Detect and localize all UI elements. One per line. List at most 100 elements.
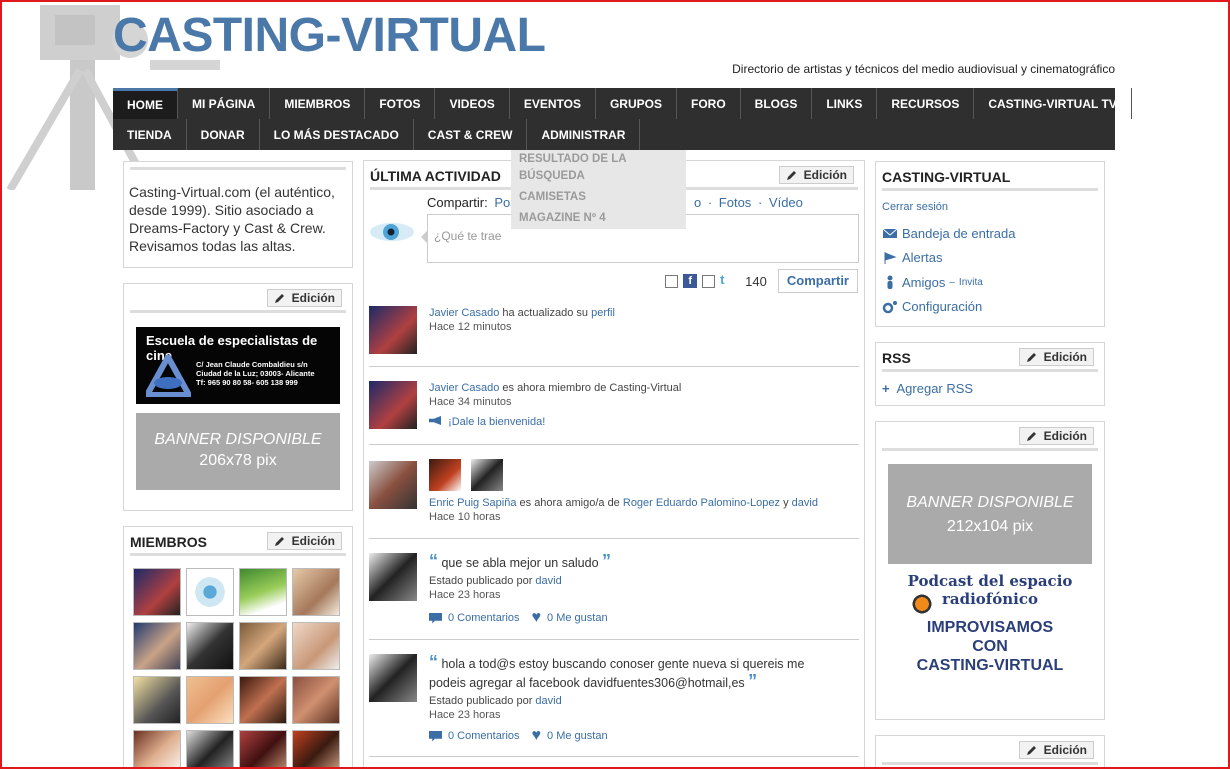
user-avatar[interactable]: [369, 461, 417, 509]
right-extra-header: Edición: [882, 741, 1098, 765]
logout-link[interactable]: Cerrar sesión: [882, 201, 1015, 221]
banner-line1: BANNER DISPONIBLE: [906, 494, 1074, 511]
feed-text: Javier Casado es ahora miembro de Castin…: [429, 381, 681, 409]
member-avatar[interactable]: [133, 730, 181, 769]
user-avatar[interactable]: [369, 553, 417, 601]
share-separator: ·: [707, 195, 713, 210]
edit-button[interactable]: Edición: [1018, 741, 1094, 759]
nav-item-grupos[interactable]: GRUPOS: [596, 88, 677, 119]
share-photos-link[interactable]: Fotos: [719, 195, 752, 210]
nav-item-casting-virtual-tv[interactable]: CASTING-VIRTUAL TV: [974, 88, 1132, 119]
nav-item-blogs[interactable]: BLOGS: [741, 88, 813, 119]
nav-item-links[interactable]: LINKS: [812, 88, 878, 119]
member-avatar[interactable]: [239, 730, 287, 769]
feed-item: Javier Casado ha actualizado su perfil H…: [369, 306, 859, 367]
likes-link[interactable]: 0 Me gustan: [547, 612, 608, 624]
invite-link[interactable]: Invita: [959, 277, 983, 288]
friend-avatar[interactable]: [429, 459, 461, 491]
member-avatar[interactable]: [292, 730, 340, 769]
nav-item-lo-mas-destacado[interactable]: LO MÁS DESTACADO: [260, 119, 414, 150]
share-video-link-partial[interactable]: o: [694, 195, 701, 210]
welcome-label: ¡Dale la bienvenida!: [448, 416, 546, 428]
dropdown-item-magazine[interactable]: MAGAZINE Nº 4: [519, 208, 678, 229]
share-button[interactable]: Compartir: [777, 269, 858, 293]
banner-available-206[interactable]: BANNER DISPONIBLE 206x78 pix: [136, 413, 340, 490]
member-avatar[interactable]: [292, 622, 340, 670]
edit-button[interactable]: Edición: [266, 289, 342, 307]
user-avatar[interactable]: [369, 654, 417, 702]
member-avatar[interactable]: [186, 568, 234, 616]
nav-item-miembros[interactable]: MIEMBROS: [270, 88, 366, 119]
pencil-icon: [274, 294, 284, 303]
nav-item-mi-pagina[interactable]: MI PÁGINA: [178, 88, 271, 119]
member-avatar[interactable]: [292, 676, 340, 724]
user-link[interactable]: Enric Puig Sapiña: [429, 497, 516, 509]
member-avatar[interactable]: [186, 676, 234, 724]
inbox-label: Bandeja de entrada: [902, 225, 1016, 241]
member-avatar[interactable]: [133, 622, 181, 670]
welcome-link[interactable]: ¡Dale la bienvenida!: [429, 416, 545, 428]
site-tagline: Directorio de artistas y técnicos del me…: [732, 62, 1115, 76]
edit-button[interactable]: Edición: [266, 532, 342, 550]
banner-line2: 212x104 pix: [946, 518, 1034, 535]
friends-link[interactable]: Amigos – Invita: [882, 270, 1015, 295]
nav-item-foro[interactable]: FORO: [677, 88, 741, 119]
edit-button[interactable]: Edición: [1018, 348, 1094, 366]
edit-button[interactable]: Edición: [778, 166, 854, 184]
user-link[interactable]: Javier Casado: [429, 382, 499, 394]
dropdown-item-resultado-busqueda[interactable]: RESULTADO DE LA BÚSQUEDA: [519, 150, 678, 187]
friend-avatar[interactable]: [471, 459, 503, 491]
user-link[interactable]: david: [535, 695, 561, 707]
alerts-link[interactable]: Alertas: [882, 246, 1015, 271]
edit-button[interactable]: Edición: [1018, 427, 1094, 445]
site-title[interactable]: CASTING-VIRTUAL: [113, 8, 546, 63]
inbox-link[interactable]: Bandeja de entrada: [882, 221, 1015, 246]
nav-item-recursos[interactable]: RECURSOS: [877, 88, 975, 119]
share-video-link[interactable]: Vídeo: [769, 195, 803, 210]
feed-item: “ que se abla mejor un saludo ” Estado p…: [369, 552, 859, 640]
nav-item-eventos[interactable]: EVENTOS: [510, 88, 596, 119]
comments-link[interactable]: 0 Comentarios: [448, 730, 520, 742]
member-avatar[interactable]: [292, 568, 340, 616]
likes-link[interactable]: 0 Me gustan: [547, 730, 608, 742]
nav-item-cast-crew[interactable]: CAST & CREW: [414, 119, 528, 150]
heart-icon: ♥: [531, 727, 542, 744]
nav-item-videos[interactable]: VIDEOS: [435, 88, 510, 119]
pencil-icon: [1026, 353, 1036, 362]
nav-item-home[interactable]: HOME: [113, 88, 178, 119]
member-avatar[interactable]: [133, 568, 181, 616]
user-link[interactable]: Javier Casado: [429, 307, 499, 319]
member-avatar[interactable]: [133, 676, 181, 724]
nav-item-tienda[interactable]: TIENDA: [113, 119, 187, 150]
member-avatar[interactable]: [239, 676, 287, 724]
nav-item-administrar[interactable]: ADMINISTRAR: [527, 119, 641, 150]
user-link[interactable]: david: [535, 575, 561, 587]
rss-title: RSS: [882, 350, 911, 366]
member-avatar[interactable]: [186, 730, 234, 769]
member-avatar[interactable]: [239, 622, 287, 670]
add-rss-link[interactable]: + Agregar RSS: [882, 381, 973, 396]
feed-text: Enric Puig Sapiña es ahora amigo/a de Ro…: [429, 496, 818, 524]
friend-link[interactable]: david: [792, 497, 818, 509]
edit-label: Edición: [1043, 350, 1087, 364]
twitter-checkbox[interactable]: [702, 274, 716, 288]
dropdown-item-camisetas[interactable]: CAMISETAS: [519, 187, 678, 208]
friend-link[interactable]: Roger Eduardo Palomino-Lopez: [623, 497, 780, 509]
facebook-checkbox[interactable]: [665, 274, 679, 288]
profile-link[interactable]: perfil: [591, 307, 615, 319]
status-input-placeholder: ¿Qué te trae: [434, 229, 502, 243]
member-avatar[interactable]: [186, 622, 234, 670]
nav-item-fotos[interactable]: FOTOS: [365, 88, 436, 119]
member-avatar[interactable]: [239, 568, 287, 616]
banner-available-212[interactable]: BANNER DISPONIBLE 212x104 pix: [888, 464, 1092, 564]
comments-link[interactable]: 0 Comentarios: [448, 612, 520, 624]
pencil-icon: [274, 537, 284, 546]
podcast-ad[interactable]: Podcast del espacio radiofónico IMPROVIS…: [890, 572, 1090, 675]
settings-link[interactable]: Configuración: [882, 295, 1015, 320]
user-avatar[interactable]: [369, 381, 417, 429]
friends-label: Amigos: [902, 274, 946, 290]
film-school-ad[interactable]: Escuela de especialistas de cine C/ Jean…: [136, 327, 340, 404]
nav-item-donar[interactable]: DONAR: [187, 119, 260, 150]
user-avatar[interactable]: [369, 306, 417, 354]
school-ad-phone: Tf: 965 90 80 58- 605 138 999: [196, 378, 298, 387]
